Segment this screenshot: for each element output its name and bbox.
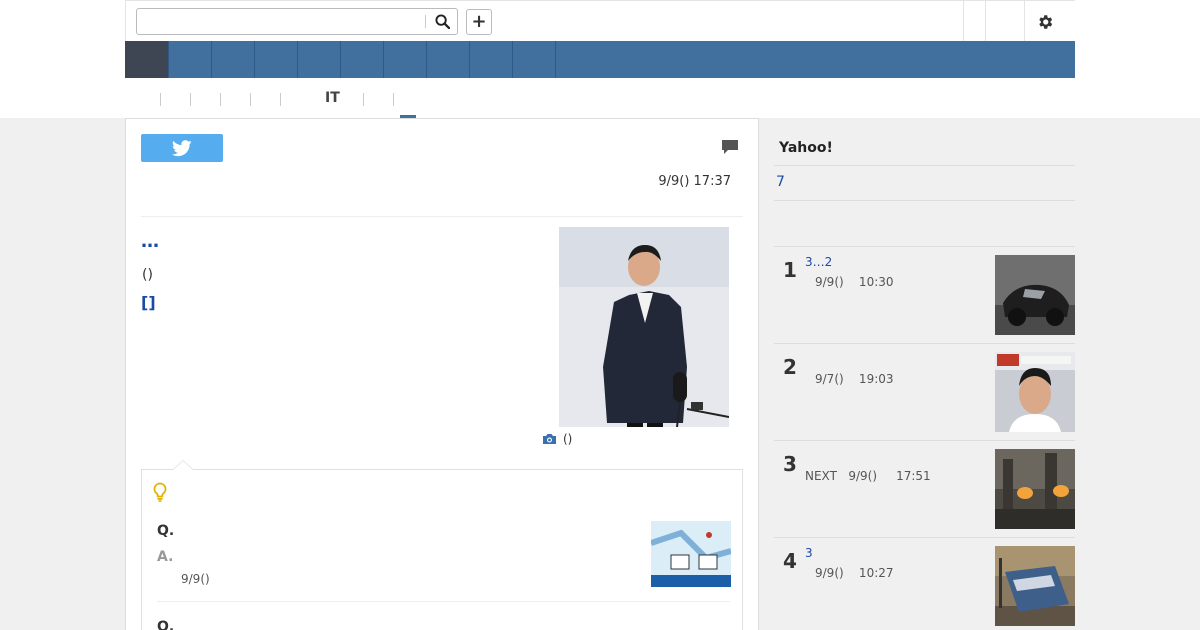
plus-icon: + xyxy=(471,11,487,32)
subnav-divider xyxy=(393,93,394,106)
toolbar-divider xyxy=(963,1,964,42)
article-panel: 9/9() 17:37 … () [] () Q. A. 9/9() Q. xyxy=(125,118,759,630)
rank-title[interactable]: 3…2 xyxy=(805,255,832,269)
subnav-divider xyxy=(280,93,281,106)
article-headline[interactable]: … xyxy=(141,231,159,252)
rank-number: 4 xyxy=(783,549,797,573)
rank-thumbnail[interactable] xyxy=(995,255,1075,335)
sub-nav: IT xyxy=(125,78,1075,119)
nav-divider xyxy=(297,41,298,78)
rank-title[interactable]: 3 xyxy=(805,546,813,560)
nav-divider xyxy=(254,41,255,78)
article-photo-illustration xyxy=(559,227,729,427)
rank-meta: 9/9() 10:30 xyxy=(815,275,894,289)
nav-divider xyxy=(426,41,427,78)
qa-question[interactable]: Q. xyxy=(157,523,174,539)
nav-divider xyxy=(211,41,212,78)
settings-button[interactable] xyxy=(1034,11,1056,33)
rank-thumbnail[interactable] xyxy=(995,546,1075,626)
rank-number: 3 xyxy=(783,452,797,476)
rank-number: 1 xyxy=(783,258,797,282)
rank-meta: 9/7() 19:03 xyxy=(815,372,894,386)
tweet-button[interactable] xyxy=(141,134,223,162)
sidebar-title: Yahoo! xyxy=(779,140,833,156)
sidebar-divider xyxy=(774,165,1075,166)
nav-divider xyxy=(555,41,556,78)
subnav-divider xyxy=(190,93,191,106)
rank-meta: 9/9() 10:27 xyxy=(815,566,894,580)
rank-thumbnail-image xyxy=(995,546,1075,626)
sidebar-divider xyxy=(774,200,1075,201)
toolbar-divider xyxy=(1024,1,1025,42)
search-input[interactable] xyxy=(137,9,425,34)
nav-item-home[interactable] xyxy=(125,41,168,78)
qa-date: 9/9() xyxy=(181,572,210,586)
article-photo[interactable] xyxy=(559,227,729,427)
rank-thumbnail-image xyxy=(995,449,1075,529)
nav-divider xyxy=(469,41,470,78)
rank-thumbnail-image xyxy=(995,255,1075,335)
toolbar-divider xyxy=(985,1,986,42)
qa-divider xyxy=(157,601,730,602)
photo-caption[interactable]: () xyxy=(542,432,572,446)
search-button[interactable] xyxy=(429,11,455,32)
subnav-item-it[interactable]: IT xyxy=(325,90,340,106)
subnav-divider xyxy=(250,93,251,106)
qa-question[interactable]: Q. xyxy=(157,619,174,630)
twitter-icon xyxy=(172,139,192,156)
gear-icon xyxy=(1039,15,1053,29)
add-button[interactable]: + xyxy=(466,9,492,35)
ranking-item[interactable]: 3 NEXT 9/9() 17:51 xyxy=(774,440,1075,537)
ranking-sidebar: Yahoo! 7 1 3…2 9/9() 10:30 2 9/7() 19:03 xyxy=(774,118,1075,630)
qa-box: Q. A. 9/9() Q. xyxy=(141,460,743,630)
lightbulb-icon xyxy=(152,482,168,502)
article-link[interactable]: [] xyxy=(141,293,156,312)
rank-thumbnail[interactable] xyxy=(995,449,1075,529)
nav-divider xyxy=(383,41,384,78)
divider xyxy=(141,216,743,217)
subnav-divider xyxy=(220,93,221,106)
subnav-divider xyxy=(160,93,161,106)
qa-answer: A. xyxy=(157,549,174,565)
qa-notch-fill xyxy=(173,461,193,470)
ranking-item[interactable]: 2 9/7() 19:03 xyxy=(774,343,1075,440)
qa-thumbnail-diagram xyxy=(651,513,731,593)
search-icon xyxy=(434,14,450,29)
category-nav xyxy=(125,41,1075,78)
comment-button[interactable] xyxy=(721,139,741,157)
rank-thumbnail-image xyxy=(995,352,1075,432)
article-date: 9/9() 17:37 xyxy=(658,174,731,189)
comment-icon xyxy=(722,140,738,154)
photo-caption-text: () xyxy=(563,432,573,446)
rank-thumbnail[interactable] xyxy=(995,352,1075,432)
camera-icon xyxy=(543,434,556,444)
nav-divider xyxy=(512,41,513,78)
ranking-item[interactable]: 4 3 9/9() 10:27 xyxy=(774,537,1075,630)
sidebar-link[interactable]: 7 xyxy=(776,174,785,190)
nav-divider xyxy=(168,41,169,78)
article-source: () xyxy=(142,267,153,283)
ranking-item[interactable]: 1 3…2 9/9() 10:30 xyxy=(774,246,1075,343)
search-box xyxy=(136,8,458,35)
subnav-divider xyxy=(363,93,364,106)
rank-number: 2 xyxy=(783,355,797,379)
top-bar: + xyxy=(125,0,1075,42)
search-divider xyxy=(425,15,426,28)
page-header: + IT xyxy=(0,0,1200,119)
qa-thumbnail[interactable] xyxy=(651,513,731,593)
rank-meta: NEXT 9/9() 17:51 xyxy=(805,469,931,483)
nav-divider xyxy=(340,41,341,78)
